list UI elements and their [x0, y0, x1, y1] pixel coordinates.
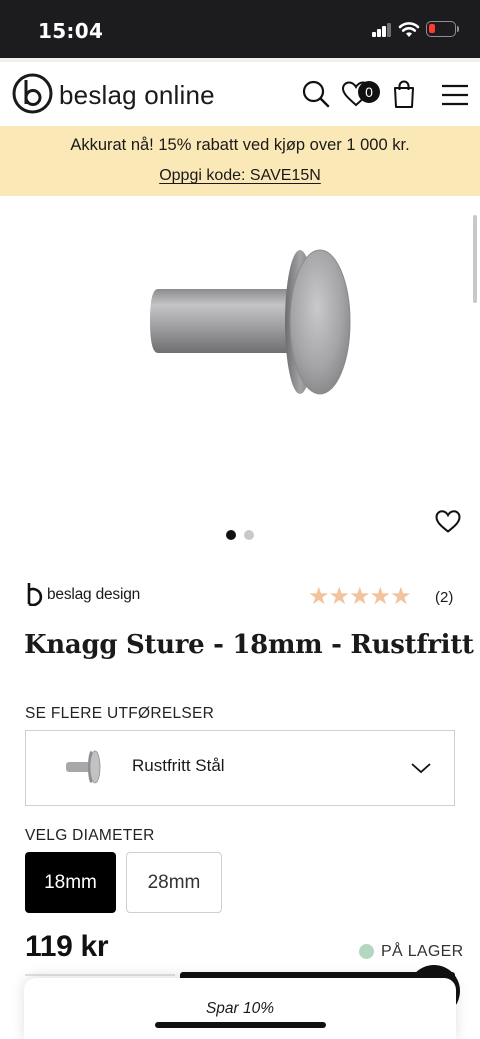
promo-code-link[interactable]: Oppgi kode: SAVE15N: [0, 167, 480, 185]
stock-status-dot: [359, 944, 374, 959]
site-header: beslag online 0: [0, 62, 480, 126]
discount-toast[interactable]: Spar 10%: [24, 978, 456, 1039]
variant-dropdown[interactable]: Rustfritt Stål: [25, 730, 455, 806]
stock-status: PÅ LAGER: [381, 943, 464, 960]
promo-text: Akkurat nå! 15% rabatt ved kjøp over 1 0…: [70, 136, 410, 154]
status-time: 15:04: [38, 19, 104, 43]
bag-icon[interactable]: [388, 78, 420, 110]
star-icon: ★: [369, 583, 392, 610]
home-indicator: [155, 1022, 326, 1028]
quantity-field[interactable]: [25, 974, 175, 976]
rating-stars[interactable]: ★★★★★: [308, 583, 412, 610]
chevron-down-icon: [411, 763, 431, 774]
add-to-wishlist-heart-icon[interactable]: [434, 508, 462, 534]
wifi-icon: [398, 22, 420, 37]
star-icon: ★: [328, 583, 351, 610]
logo-icon[interactable]: [12, 73, 53, 114]
brand-name[interactable]: beslag design: [47, 586, 140, 604]
brand-logo-icon: [27, 583, 43, 606]
menu-icon[interactable]: [439, 78, 471, 110]
scrollbar[interactable]: [473, 215, 477, 303]
product-image[interactable]: [148, 248, 354, 396]
product-title: Knagg Sture - 18mm - Rustfritt: [24, 630, 474, 660]
battery-cap: [457, 26, 459, 32]
gallery-dot-2[interactable]: [244, 530, 254, 540]
star-icon: ★: [349, 583, 371, 610]
selected-variant: Rustfritt Stål: [132, 756, 225, 775]
gallery-dot-1[interactable]: [226, 530, 236, 540]
toast-text: Spar 10%: [205, 1000, 275, 1017]
logo-text[interactable]: beslag online: [59, 80, 215, 111]
diameter-option-18mm[interactable]: 18mm: [25, 852, 116, 913]
diameter-option-28mm[interactable]: 28mm: [126, 852, 222, 913]
search-icon[interactable]: [300, 78, 332, 110]
rating-count[interactable]: (2): [435, 589, 453, 606]
cellular-signal-icon: [372, 23, 392, 37]
variants-label: SE FLERE UTFØRELSER: [25, 705, 215, 722]
star-icon: ★: [308, 583, 330, 610]
battery-icon: [426, 21, 456, 37]
wishlist-count-badge: 0: [358, 81, 380, 103]
status-bar: 15:04: [0, 0, 480, 58]
product-gallery[interactable]: [0, 196, 480, 556]
diameter-label: VELG DIAMETER: [25, 827, 155, 844]
variant-thumbnail: [66, 750, 101, 784]
price: 119 kr: [25, 930, 109, 963]
promo-banner: Akkurat nå! 15% rabatt ved kjøp over 1 0…: [0, 126, 480, 196]
star-icon: ★: [390, 583, 412, 610]
